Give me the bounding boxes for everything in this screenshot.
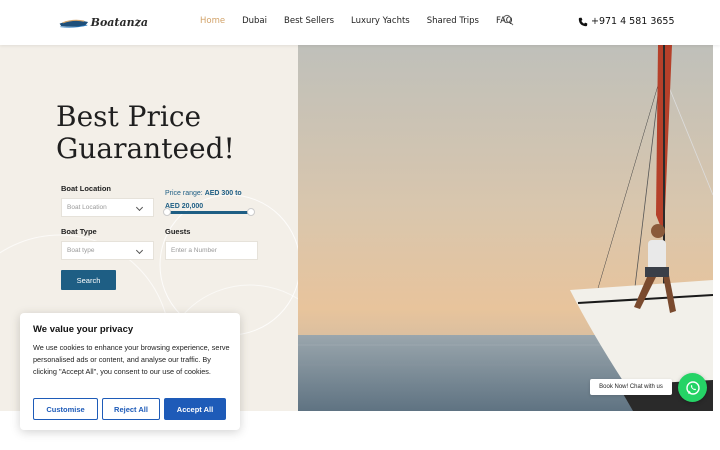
guests-placeholder: Enter a Number (171, 247, 217, 254)
hero-title-line1: Best Price (56, 100, 202, 133)
phone-icon (578, 17, 588, 26)
search-button[interactable]: Search (61, 270, 116, 290)
hero-image (298, 45, 713, 411)
whatsapp-chat-bubble[interactable]: Book Now! Chat with us (590, 379, 672, 395)
boat-type-label: Boat Type (61, 227, 97, 236)
hero-title-line2: Guaranteed! (56, 132, 235, 165)
boat-location-label: Boat Location (61, 184, 111, 193)
boat-type-value: Boat type (67, 247, 95, 254)
phone-number: +971 4 581 3655 (591, 16, 675, 27)
search-icon[interactable] (502, 14, 514, 26)
logo-text: Boatanza (90, 15, 148, 29)
accept-all-button[interactable]: Accept All (164, 398, 226, 420)
whatsapp-button[interactable] (678, 373, 707, 402)
sailboat-photo (298, 45, 713, 411)
phone-link[interactable]: +971 4 581 3655 (578, 16, 675, 27)
site-header: Boatanza Home Dubai Best Sellers Luxury … (0, 0, 720, 45)
nav-shared-trips[interactable]: Shared Trips (427, 16, 479, 26)
boat-location-value: Boat Location (67, 204, 107, 211)
guests-label: Guests (165, 227, 191, 236)
price-range-to: to (235, 190, 242, 197)
price-slider-min-handle[interactable] (163, 208, 171, 216)
price-range-max: AED 20,000 (165, 203, 204, 210)
price-range-prefix: Price range: (165, 190, 203, 197)
cookie-title: We value your privacy (33, 324, 134, 335)
chevron-down-icon (135, 246, 144, 255)
reject-all-button[interactable]: Reject All (102, 398, 160, 420)
price-range-label: Price range: AED 300 to AED 20,000 (165, 187, 242, 213)
nav-home[interactable]: Home (200, 16, 225, 26)
hero-title: Best Price Guaranteed! (56, 101, 235, 165)
nav-dubai[interactable]: Dubai (242, 16, 267, 26)
guests-input[interactable]: Enter a Number (165, 241, 258, 260)
price-slider-track[interactable] (167, 211, 251, 214)
price-slider-max-handle[interactable] (247, 208, 255, 216)
price-range-min: AED 300 (204, 190, 234, 197)
nav-luxury-yachts[interactable]: Luxury Yachts (351, 16, 410, 26)
nav-best-sellers[interactable]: Best Sellers (284, 16, 334, 26)
main-nav: Home Dubai Best Sellers Luxury Yachts Sh… (200, 16, 529, 26)
cookie-consent-banner: We value your privacy We use cookies to … (20, 313, 240, 430)
whatsapp-icon (685, 380, 700, 395)
chevron-down-icon (135, 203, 144, 212)
customise-button[interactable]: Customise (33, 398, 98, 420)
cookie-text: We use cookies to enhance your browsing … (33, 343, 230, 376)
logo-boat-icon (59, 19, 89, 28)
site-logo[interactable]: Boatanza (58, 12, 148, 32)
boat-location-select[interactable]: Boat Location (61, 198, 154, 217)
boat-type-select[interactable]: Boat type (61, 241, 154, 260)
